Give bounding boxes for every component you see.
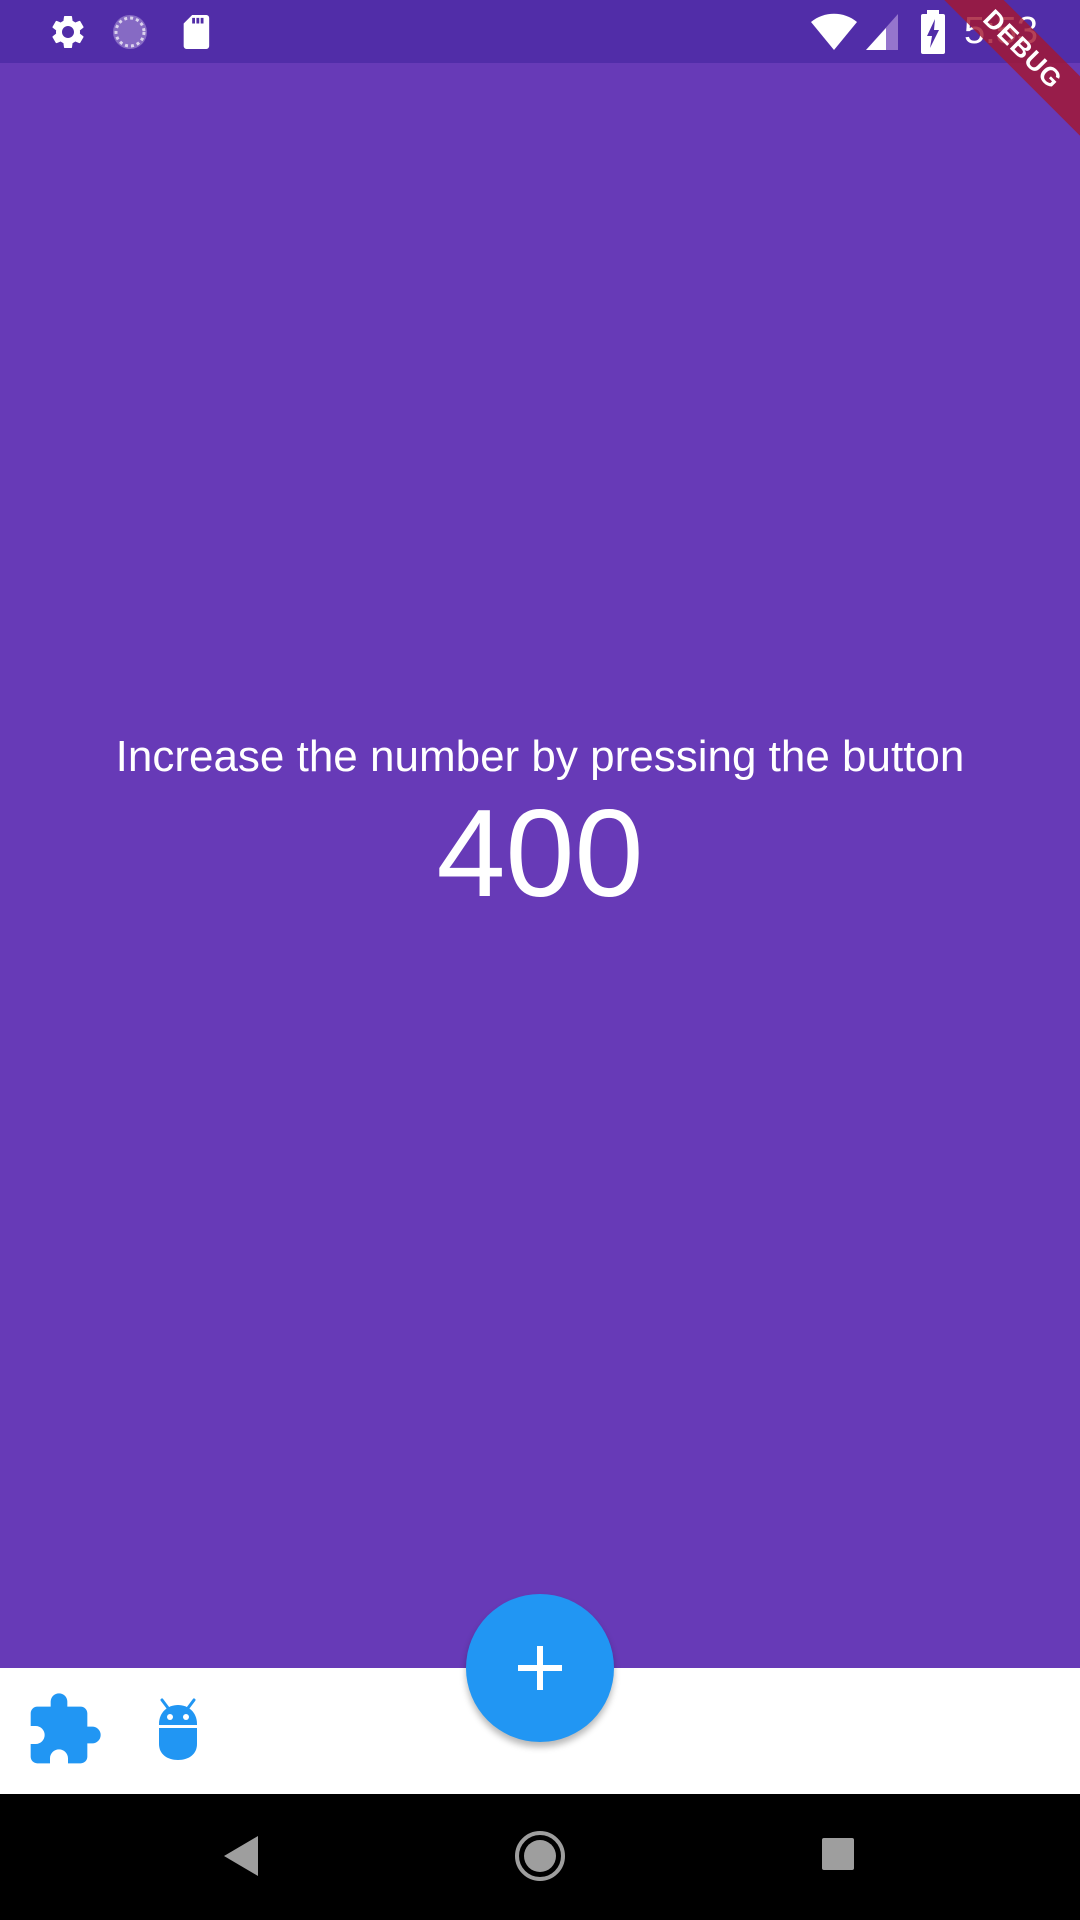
cell-signal-icon <box>866 14 898 50</box>
gear-icon <box>52 15 84 48</box>
android-button[interactable] <box>148 1696 208 1764</box>
wifi-icon <box>811 13 857 50</box>
system-nav-bar <box>0 1794 1080 1920</box>
android-icon <box>159 1698 197 1760</box>
add-icon <box>518 1646 562 1690</box>
back-icon[interactable] <box>222 1834 262 1878</box>
extension-icon <box>30 1693 101 1764</box>
recents-icon[interactable] <box>820 1836 856 1872</box>
sync-spinner-icon <box>113 15 147 49</box>
main-content: Increase the number by pressing the butt… <box>0 725 1080 919</box>
battery-charging-icon <box>921 10 945 54</box>
app-screen: 5:53 DEBUG Increase the number by pressi… <box>0 0 1080 1920</box>
extension-button[interactable] <box>24 1690 104 1770</box>
home-icon[interactable] <box>514 1830 566 1882</box>
sd-card-icon <box>183 15 210 49</box>
instruction-text: Increase the number by pressing the butt… <box>115 732 965 781</box>
counter-value: 400 <box>436 785 644 923</box>
add-fab-button[interactable] <box>466 1594 614 1742</box>
status-bar: 5:53 <box>0 0 1080 63</box>
